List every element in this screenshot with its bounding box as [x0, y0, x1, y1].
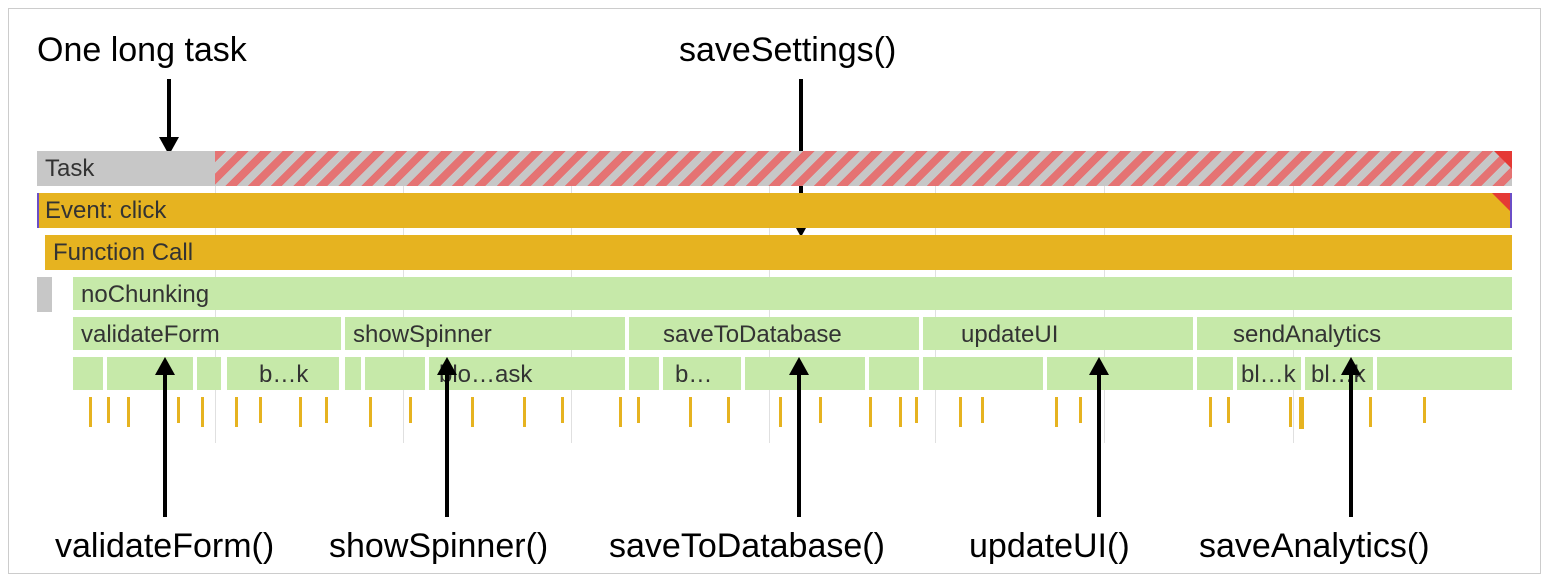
event-click-bar — [37, 193, 1512, 228]
tick — [689, 397, 692, 427]
annotation-save-settings: saveSettings() — [679, 31, 896, 70]
updateui-label: updateUI — [961, 321, 1058, 349]
nochunking-label: noChunking — [81, 281, 209, 309]
event-click-label: Event: click — [45, 197, 166, 225]
arrow-up-icon — [145, 357, 185, 517]
tick — [369, 397, 372, 427]
tick — [299, 397, 302, 427]
annotation-saveanalytics: saveAnalytics() — [1199, 527, 1430, 566]
tick — [235, 397, 238, 427]
savetodatabase-label: saveToDatabase — [663, 321, 842, 349]
tick — [1209, 397, 1212, 427]
subfn-bar — [197, 357, 221, 390]
annotation-showspinner: showSpinner() — [329, 527, 548, 566]
tick — [619, 397, 622, 427]
tick — [915, 397, 918, 423]
tick — [409, 397, 412, 423]
tick — [561, 397, 564, 423]
task-label: Task — [45, 155, 94, 183]
function-call-label: Function Call — [53, 239, 193, 267]
annotation-savetodatabase: saveToDatabase() — [609, 527, 885, 566]
subfn-label-b: b… — [675, 361, 712, 389]
tick — [637, 397, 640, 423]
subfn-bar — [365, 357, 425, 390]
tick — [1227, 397, 1230, 423]
arrow-up-icon — [1079, 357, 1119, 517]
arrow-up-icon — [779, 357, 819, 517]
warning-triangle-icon — [1492, 193, 1510, 211]
validateform-label: validateForm — [81, 321, 220, 349]
tick — [1055, 397, 1058, 427]
arrow-up-icon — [427, 357, 467, 517]
function-call-bar — [45, 235, 1512, 270]
subfn-label-bk: b…k — [259, 361, 308, 389]
gray-sliver — [37, 277, 52, 312]
tick — [727, 397, 730, 423]
subfn-bar — [345, 357, 361, 390]
tick — [325, 397, 328, 423]
tick — [1299, 397, 1304, 429]
tick — [89, 397, 92, 427]
subfn-bar — [1197, 357, 1233, 390]
diagram-frame: One long task saveSettings() Task Event:… — [8, 8, 1541, 574]
tick — [899, 397, 902, 427]
sendanalytics-label: sendAnalytics — [1233, 321, 1381, 349]
tick — [471, 397, 474, 427]
tick — [107, 397, 110, 423]
warning-triangle-icon — [1494, 151, 1512, 169]
tick — [869, 397, 872, 427]
subfn-bar — [1047, 357, 1193, 390]
arrow-up-icon — [1331, 357, 1371, 517]
nochunking-bar — [73, 277, 1512, 310]
subfn-bar — [869, 357, 919, 390]
showspinner-label: showSpinner — [353, 321, 492, 349]
annotation-one-long-task: One long task — [37, 31, 247, 70]
subfn-bar — [923, 357, 1043, 390]
tick — [1423, 397, 1426, 423]
tick — [259, 397, 262, 423]
tick — [201, 397, 204, 427]
tick — [127, 397, 130, 427]
subfn-bar — [73, 357, 103, 390]
annotation-updateui: updateUI() — [969, 527, 1130, 566]
task-bar-hatched — [215, 151, 1512, 186]
annotation-validateform: validateForm() — [55, 527, 274, 566]
arrow-down-icon — [149, 79, 189, 157]
tick — [981, 397, 984, 423]
tick — [523, 397, 526, 427]
tick — [819, 397, 822, 423]
tick — [959, 397, 962, 427]
subfn-bar — [1377, 357, 1512, 390]
subfn-label-blk1: bl…k — [1241, 361, 1296, 389]
subfn-bar — [629, 357, 659, 390]
tick — [1289, 397, 1292, 427]
